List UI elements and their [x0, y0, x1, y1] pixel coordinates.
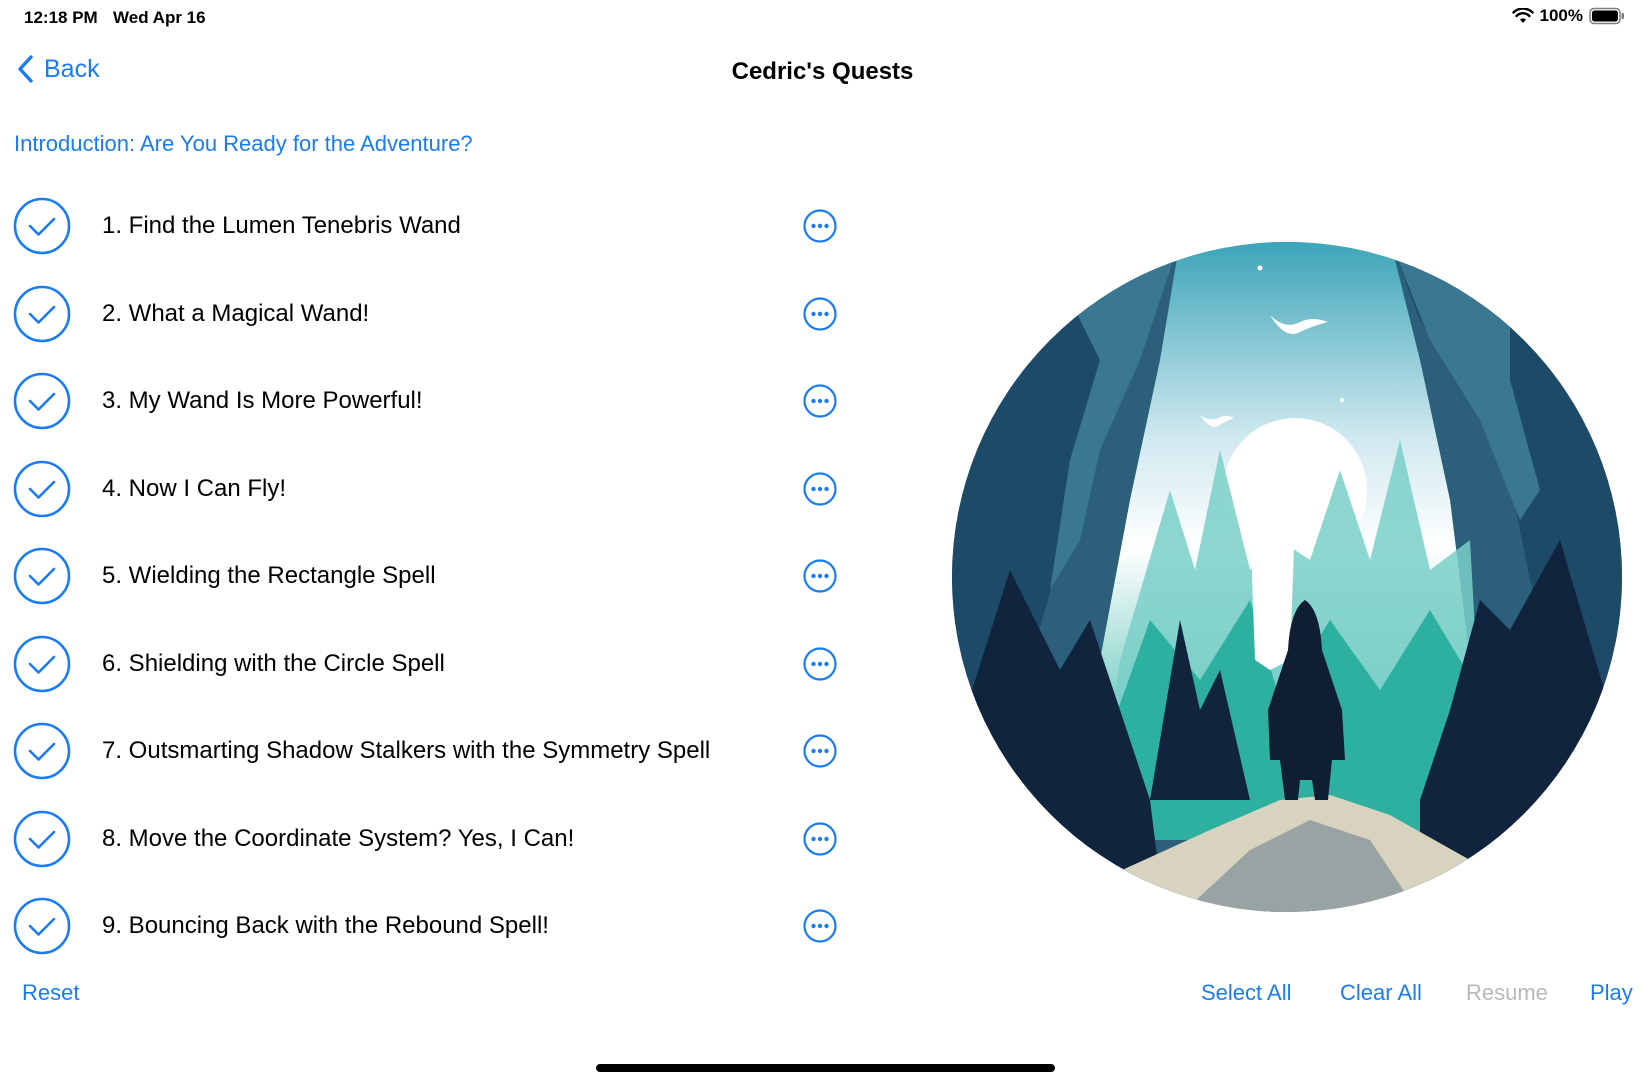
clear-all-button[interactable]: Clear All — [1340, 980, 1422, 1006]
ellipsis-circle-icon[interactable] — [803, 384, 837, 418]
resume-button[interactable]: Resume — [1466, 980, 1548, 1006]
quest-title: 5. Wielding the Rectangle Spell — [102, 562, 436, 589]
ellipsis-circle-icon[interactable] — [803, 559, 837, 593]
ellipsis-circle-icon[interactable] — [803, 471, 837, 506]
quest-title: 7. Outsmarting Shadow Stalkers with the … — [102, 737, 711, 764]
quest-title: 3. My Wand Is More Powerful! — [102, 387, 423, 414]
quest-row[interactable]: 1. Find the Lumen Tenebris Wand — [0, 184, 860, 268]
quest-title: 6. Shielding with the Circle Spell — [102, 649, 445, 677]
quest-title: 1. Find the Lumen Tenebris Wand — [102, 212, 461, 239]
ellipsis-circle-icon[interactable] — [803, 821, 837, 856]
quest-title: 9. Bouncing Back with the Rebound Spell! — [102, 912, 549, 939]
checkmark-circle-icon[interactable] — [13, 285, 71, 343]
ellipsis-circle-icon[interactable] — [803, 209, 837, 243]
page-title: Cedric's Quests — [731, 58, 914, 85]
quest-row[interactable]: 6. Shielding with the Circle Spell — [0, 622, 860, 706]
reset-button[interactable]: Reset — [22, 980, 79, 1006]
introduction-link[interactable]: Introduction: Are You Ready for the Adve… — [14, 131, 473, 157]
ellipsis-circle-icon[interactable] — [803, 296, 837, 331]
checkmark-circle-icon[interactable] — [13, 372, 71, 430]
bottom-toolbar: Reset Select All Clear All Resume Play — [0, 980, 1645, 1020]
navigation-bar: Back Cedric's Quests — [0, 52, 1645, 98]
checkmark-circle-icon[interactable] — [13, 810, 71, 868]
quest-title: 4. Now I Can Fly! — [102, 474, 287, 502]
home-indicator[interactable] — [596, 1064, 1055, 1072]
battery-percentage: 100% — [1539, 6, 1583, 25]
quest-row[interactable]: 5. Wielding the Rectangle Spell — [0, 534, 860, 618]
play-button[interactable]: Play — [1590, 980, 1633, 1006]
checkmark-circle-icon[interactable] — [13, 722, 71, 780]
status-time: 12:18 PM — [24, 8, 98, 27]
cave-illustration — [952, 242, 1622, 912]
wifi-icon — [1511, 8, 1534, 23]
status-date: Wed Apr 16 — [113, 8, 206, 27]
quest-row[interactable]: 7. Outsmarting Shadow Stalkers with the … — [0, 709, 860, 793]
quest-row[interactable]: 2. What a Magical Wand! — [0, 272, 860, 356]
status-bar: 12:18 PM Wed Apr 16 100% — [0, 0, 1645, 36]
checkmark-circle-icon[interactable] — [13, 635, 71, 693]
quest-title: 2. What a Magical Wand! — [102, 299, 370, 327]
ellipsis-circle-icon[interactable] — [803, 909, 837, 943]
select-all-button[interactable]: Select All — [1201, 980, 1292, 1006]
checkmark-circle-icon[interactable] — [13, 897, 71, 955]
ellipsis-circle-icon[interactable] — [803, 646, 837, 681]
quest-title: 8. Move the Coordinate System? Yes, I Ca… — [102, 824, 575, 852]
checkmark-circle-icon[interactable] — [13, 547, 71, 605]
checkmark-circle-icon[interactable] — [13, 197, 71, 255]
checkmark-circle-icon[interactable] — [13, 460, 71, 518]
battery-icon — [1589, 7, 1624, 25]
quest-row[interactable]: 9. Bouncing Back with the Rebound Spell! — [0, 884, 860, 968]
quest-row[interactable]: 4. Now I Can Fly! — [0, 447, 860, 531]
quest-row[interactable]: 8. Move the Coordinate System? Yes, I Ca… — [0, 797, 860, 881]
quest-row[interactable]: 3. My Wand Is More Powerful! — [0, 359, 860, 443]
status-right: 100% — [1511, 6, 1625, 26]
ellipsis-circle-icon[interactable] — [803, 734, 837, 768]
